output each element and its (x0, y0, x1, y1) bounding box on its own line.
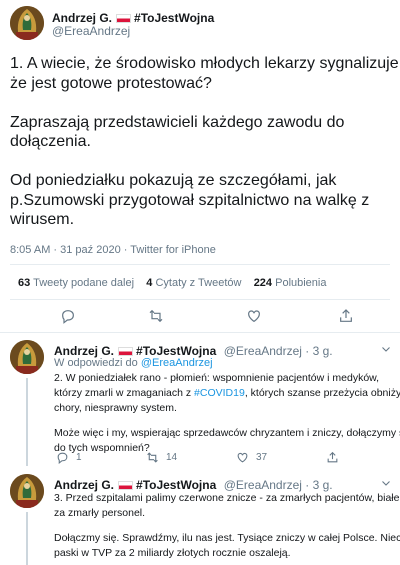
reply-line: chory, niesprawny system. (54, 402, 177, 414)
chevron-down-icon[interactable] (380, 343, 392, 355)
reply-text: 3. Przed szpitalami palimy czerwone znic… (54, 491, 400, 561)
avatar[interactable] (10, 340, 44, 374)
reply-blank-line (54, 416, 400, 426)
quotes-stat[interactable]: 4 Cytaty z Tweetów (146, 277, 241, 289)
reply-to-handle[interactable]: @EreaAndrzej (141, 357, 213, 369)
tweet-stats: 63 Tweety podane dalej 4 Cytaty z Tweetó… (18, 277, 326, 289)
reply-line: paski w TVP za 2 miliardy złotych roczni… (54, 547, 291, 559)
reply-line: do tych wspomnień? (54, 442, 150, 454)
author-handle[interactable]: @EreaAndrzej · 3 g. (224, 344, 333, 358)
tweet-line: p.Szumowski przygotował szpitalnictwo na… (10, 191, 370, 209)
thread-connector (26, 512, 28, 565)
flag-poland-icon (116, 14, 132, 23)
reply-count: 1 (76, 452, 82, 463)
thread-connector (26, 378, 28, 466)
tweet-blank-line (10, 93, 400, 113)
reply-to-line: W odpowiedzi do @EreaAndrzej (54, 357, 213, 369)
like-icon[interactable] (236, 451, 249, 464)
reply-line: Może więc i my, wspierając sprzedawców c… (54, 427, 400, 439)
retweet-count: 14 (166, 452, 178, 463)
hashtag-link[interactable]: #COVID19 (194, 387, 245, 399)
retweets-stat[interactable]: 63 Tweety podane dalej (18, 277, 134, 289)
author-name[interactable]: Andrzej G. (52, 11, 112, 25)
tweet-line: 1. A wiecie, że środowisko młodych lekar… (10, 55, 400, 72)
reply-icon[interactable] (60, 308, 76, 324)
reply-text: 2. W poniedziałek rano - płomień: wspomn… (54, 371, 400, 456)
tweet-line: dołączenia. (10, 133, 91, 150)
retweet-icon[interactable] (146, 451, 159, 464)
divider (0, 332, 400, 333)
author-handle[interactable]: @EreaAndrzej · 3 g. (224, 478, 333, 492)
flag-poland-icon (118, 347, 134, 356)
avatar-image (10, 6, 44, 40)
author-tag[interactable]: #ToJestWojna (136, 478, 216, 492)
share-icon[interactable] (338, 308, 354, 324)
tweet-blank-line (10, 152, 400, 172)
reply-to-prefix: W odpowiedzi do (54, 357, 138, 369)
reply-line: Dołączmy się. Sprawdźmy, ilu nas jest. T… (54, 532, 400, 544)
reply-line: którzy zmarli w zmaganiach z #COVID19, k… (54, 387, 400, 399)
reply-blank-line (54, 521, 400, 531)
author-handle[interactable]: @EreaAndrzej (52, 24, 130, 38)
likes-stat[interactable]: 224 Polubienia (254, 277, 327, 289)
flag-poland-icon (118, 481, 134, 490)
divider (10, 299, 390, 300)
like-icon[interactable] (246, 308, 262, 324)
reply-line: za zmarły personel. (54, 507, 146, 519)
tweet-line: Zapraszają przedstawicieli każdego zawod… (10, 113, 345, 131)
author-name[interactable]: Andrzej G. (54, 478, 114, 492)
avatar[interactable] (10, 6, 44, 40)
divider (10, 264, 390, 265)
tweet-line: że jest gotowe protestować? (10, 74, 212, 92)
like-count: 37 (256, 452, 268, 463)
retweet-icon[interactable] (148, 308, 164, 324)
author-name[interactable]: Andrzej G. (54, 344, 114, 358)
tweet-line: wirusem. (10, 211, 75, 228)
avatar-image (10, 340, 44, 374)
author-tag[interactable]: #ToJestWojna (136, 344, 216, 358)
avatar-image (10, 474, 44, 508)
reply-line: 3. Przed szpitalami palimy czerwone znic… (54, 492, 400, 504)
tweet-timestamp[interactable]: 8:05 AM · 31 paź 2020 · Twitter for iPho… (10, 244, 216, 256)
tweet-line: Od poniedziałku pokazują ze szczegółami,… (10, 172, 337, 189)
author-tag[interactable]: #ToJestWojna (134, 11, 214, 25)
tweet-text: 1. A wiecie, że środowisko młodych lekar… (10, 54, 400, 230)
reply-line: 2. W poniedziałek rano - płomień: wspomn… (54, 372, 380, 384)
reply-icon[interactable] (56, 451, 69, 464)
chevron-down-icon[interactable] (380, 477, 392, 489)
avatar[interactable] (10, 474, 44, 508)
share-icon[interactable] (326, 451, 339, 464)
